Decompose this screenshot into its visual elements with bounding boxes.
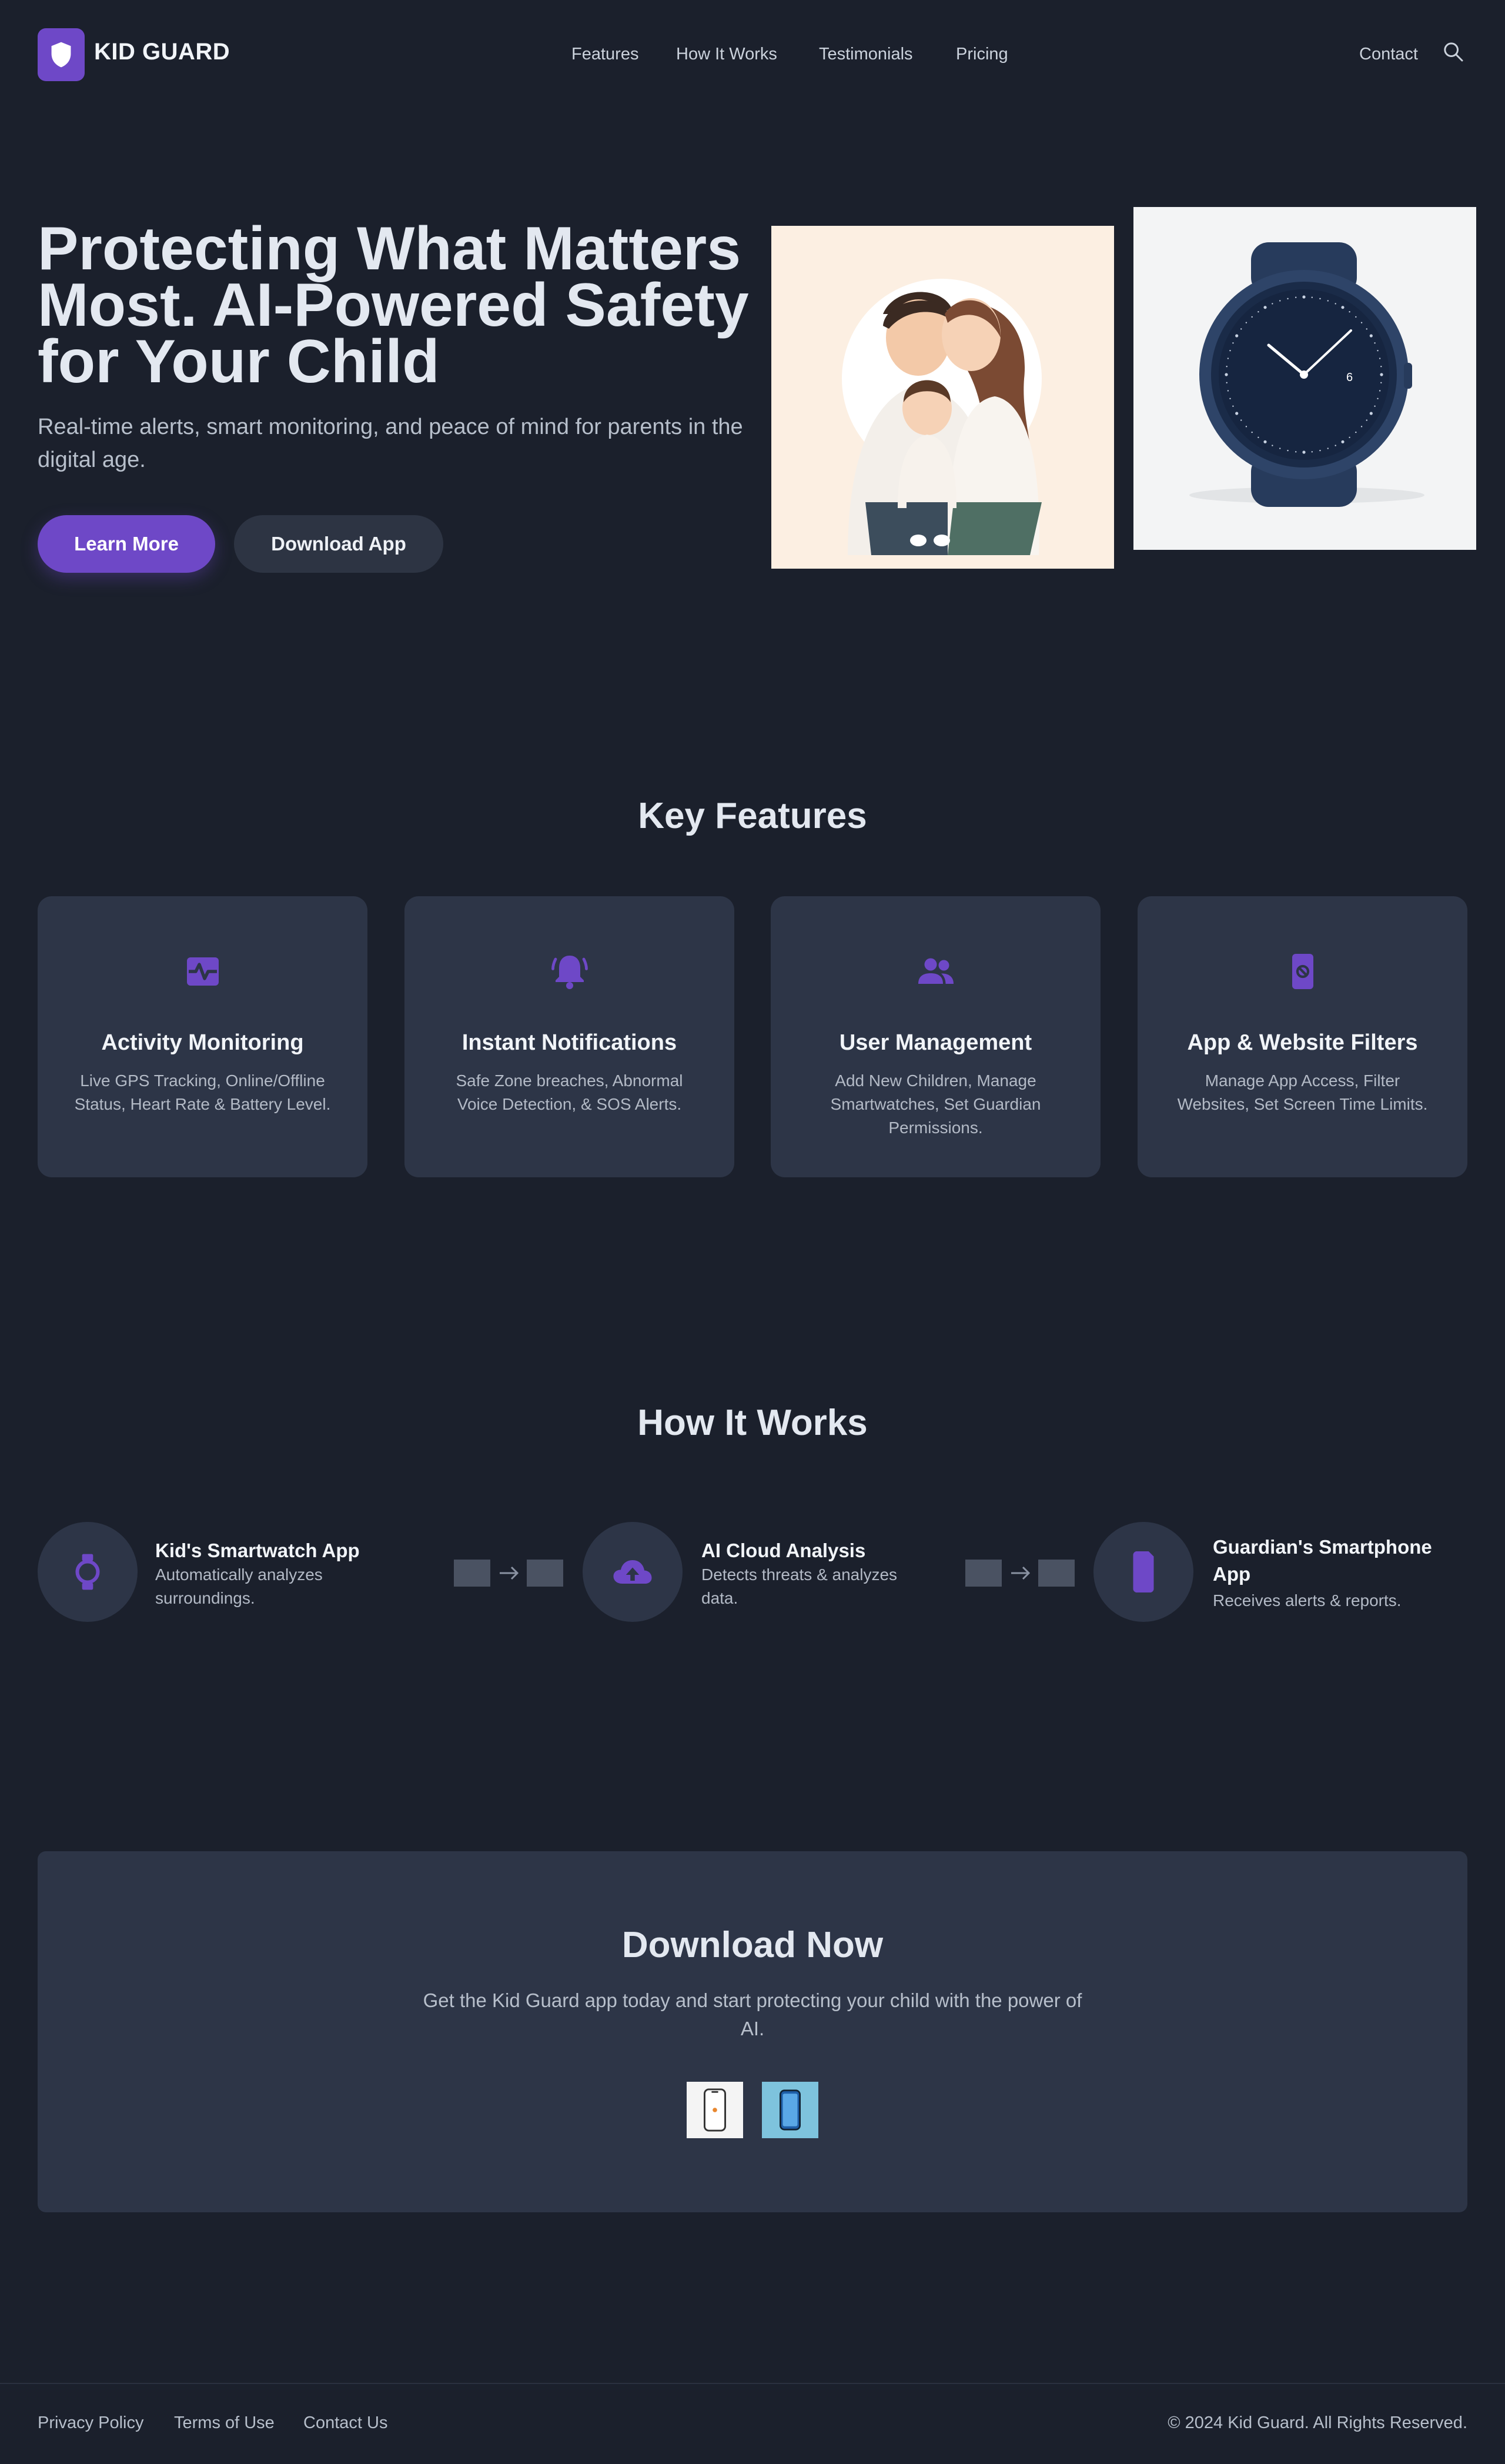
learn-more-button[interactable]: Learn More xyxy=(38,515,215,573)
feature-card-user-management[interactable]: User Management Add New Children, Manage… xyxy=(771,896,1101,1177)
footer-divider xyxy=(0,2383,1505,2384)
shield-icon xyxy=(51,42,71,68)
step-title: Guardian's Smartphone App xyxy=(1213,1536,1432,1585)
feature-card-activity[interactable]: Activity Monitoring Live GPS Tracking, O… xyxy=(38,896,367,1177)
phone-block-icon xyxy=(1292,954,1313,989)
feature-title: Instant Notifications xyxy=(461,1030,677,1055)
android-phone-icon xyxy=(780,2089,801,2131)
google-play-badge[interactable] xyxy=(762,2082,818,2138)
brand-name[interactable]: KID GUARD xyxy=(94,39,230,65)
iphone-icon xyxy=(704,2088,726,2132)
bell-alert-icon xyxy=(551,956,588,989)
feature-card-notifications[interactable]: Instant Notifications Safe Zone breaches… xyxy=(404,896,734,1177)
svg-text:6: 6 xyxy=(1346,371,1353,384)
flow-connector xyxy=(454,1560,563,1587)
nav-link-pricing[interactable]: Pricing xyxy=(956,45,1008,64)
smartwatch-image: 6 xyxy=(1133,207,1476,550)
watch-icon xyxy=(75,1554,100,1590)
feature-description: Add New Children, Manage Smartwatches, S… xyxy=(830,1071,1041,1137)
feature-title: User Management xyxy=(839,1030,1032,1055)
step-description: Detects threats & analyzes data. xyxy=(701,1565,898,1607)
flow-connector xyxy=(965,1560,1075,1587)
nav-link-contact[interactable]: Contact xyxy=(1359,45,1418,64)
logo-badge[interactable] xyxy=(38,28,85,81)
smartphone-icon xyxy=(1133,1551,1154,1592)
feature-title: App & Website Filters xyxy=(1187,1030,1418,1055)
feature-card-filters[interactable]: App & Website Filters Manage App Access,… xyxy=(1138,896,1467,1177)
feature-description: Live GPS Tracking, Online/Offline Status… xyxy=(74,1071,331,1113)
cloud-upload-icon xyxy=(613,1560,652,1584)
nav-link-features[interactable]: Features xyxy=(571,45,638,64)
step-description: Receives alerts & reports. xyxy=(1213,1591,1402,1610)
feature-description: Safe Zone breaches, Abnormal Voice Detec… xyxy=(456,1071,683,1113)
step-description: Automatically analyzes surroundings. xyxy=(155,1565,323,1607)
how-it-works-title: How It Works xyxy=(637,1403,868,1443)
contact-us-link[interactable]: Contact Us xyxy=(303,2413,387,2433)
download-title: Download Now xyxy=(621,1925,884,1965)
family-illustration xyxy=(771,226,1114,569)
step-icon-circle xyxy=(1093,1522,1193,1622)
users-icon xyxy=(918,958,954,984)
hero-title: Protecting What Matters Most. AI-Powered… xyxy=(38,215,749,396)
feature-description: Manage App Access, Filter Websites, Set … xyxy=(1177,1071,1428,1113)
copyright-text: © 2024 Kid Guard. All Rights Reserved. xyxy=(1168,2413,1467,2432)
hero-subtitle: Real-time alerts, smart monitoring, and … xyxy=(38,415,743,472)
terms-of-use-link[interactable]: Terms of Use xyxy=(174,2413,275,2433)
step-title: Kid's Smartwatch App xyxy=(155,1540,360,1561)
feature-title: Activity Monitoring xyxy=(101,1030,304,1055)
step-icon-circle xyxy=(583,1522,683,1622)
privacy-policy-link[interactable]: Privacy Policy xyxy=(38,2413,144,2433)
features-title: Key Features xyxy=(638,796,867,836)
heart-monitor-icon xyxy=(187,957,219,986)
download-subtitle: Get the Kid Guard app today and start pr… xyxy=(423,1989,1082,2039)
nav-link-testimonials[interactable]: Testimonials xyxy=(819,45,913,64)
search-icon[interactable] xyxy=(1442,40,1465,64)
download-app-button[interactable]: Download App xyxy=(234,515,443,573)
step-title: AI Cloud Analysis xyxy=(701,1540,866,1561)
nav-link-how-it-works[interactable]: How It Works xyxy=(676,45,777,64)
step-icon-circle xyxy=(38,1522,138,1622)
app-store-badge[interactable] xyxy=(687,2082,743,2138)
